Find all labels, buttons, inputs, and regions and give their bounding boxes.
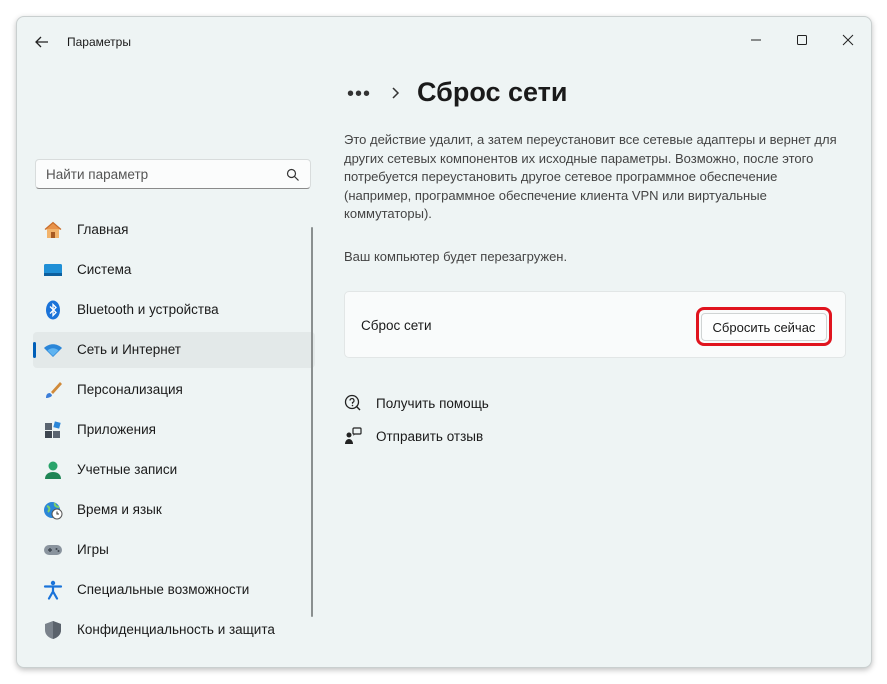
- description-text: Это действие удалит, а затем переустанов…: [344, 132, 837, 221]
- sidebar-item-label: Система: [77, 262, 132, 277]
- help-chat-icon: [344, 394, 362, 412]
- feedback-icon: [344, 427, 362, 445]
- send-feedback-label: Отправить отзыв: [376, 428, 484, 444]
- sidebar-item-system[interactable]: Система: [33, 252, 315, 288]
- sidebar-item-accounts[interactable]: Учетные записи: [33, 452, 315, 488]
- globe-clock-icon: [43, 500, 63, 520]
- back-arrow-icon[interactable]: [31, 31, 53, 53]
- get-help-link[interactable]: Получить помощь: [344, 394, 489, 412]
- app-title: Параметры: [67, 35, 131, 49]
- wifi-icon: [43, 340, 63, 360]
- sidebar-item-label: Конфиденциальность и защита: [77, 622, 275, 637]
- sidebar-scrollbar[interactable]: [311, 227, 313, 617]
- reset-now-button[interactable]: Сбросить сейчас: [701, 313, 827, 341]
- title-bar: Параметры: [17, 17, 871, 63]
- sidebar-item-label: Персонализация: [77, 382, 183, 397]
- search-box[interactable]: [35, 159, 311, 189]
- bluetooth-icon: [43, 300, 63, 320]
- page-title: Сброс сети: [417, 77, 568, 107]
- get-help-label: Получить помощь: [376, 395, 489, 411]
- sidebar-item-gaming[interactable]: Игры: [33, 532, 315, 568]
- sidebar-item-network[interactable]: Сеть и Интернет: [33, 332, 315, 368]
- network-reset-card: Сброс сети Сбросить сейчас: [344, 291, 846, 358]
- sidebar-item-bluetooth[interactable]: Bluetooth и устройства: [33, 292, 315, 328]
- sidebar-item-label: Игры: [77, 542, 109, 557]
- gamepad-icon: [43, 540, 63, 560]
- minimize-icon[interactable]: [733, 25, 779, 55]
- monitor-icon: [43, 260, 63, 280]
- maximize-icon[interactable]: [779, 25, 825, 55]
- sidebar-item-label: Сеть и Интернет: [77, 342, 181, 357]
- sidebar-item-label: Специальные возможности: [77, 582, 250, 597]
- sidebar-item-time-language[interactable]: Время и язык: [33, 492, 315, 528]
- sidebar-item-apps[interactable]: Приложения: [33, 412, 315, 448]
- sidebar-item-label: Главная: [77, 222, 129, 237]
- sidebar-item-label: Bluetooth и устройства: [77, 302, 219, 317]
- chevron-right-icon: [389, 83, 403, 103]
- apps-icon: [43, 420, 63, 440]
- accessibility-icon: [43, 580, 63, 600]
- close-icon[interactable]: [825, 25, 871, 55]
- sidebar-item-personalization[interactable]: Персонализация: [33, 372, 315, 408]
- restart-note: Ваш компьютер будет перезагружен.: [344, 249, 568, 264]
- card-label: Сброс сети: [361, 318, 432, 333]
- sidebar-item-privacy[interactable]: Конфиденциальность и защита: [33, 612, 315, 648]
- shield-icon: [43, 620, 63, 640]
- sidebar-nav: Главная Система Bluetooth и устройства С…: [33, 212, 315, 652]
- search-icon[interactable]: [286, 168, 300, 182]
- account-icon: [43, 460, 63, 480]
- sidebar-item-label: Время и язык: [77, 502, 162, 517]
- settings-window: Параметры Главная Система: [16, 16, 872, 668]
- search-input[interactable]: [36, 160, 296, 188]
- sidebar-item-home[interactable]: Главная: [33, 212, 315, 248]
- sidebar-item-accessibility[interactable]: Специальные возможности: [33, 572, 315, 608]
- sidebar-item-label: Приложения: [77, 422, 156, 437]
- brush-icon: [43, 380, 63, 400]
- send-feedback-link[interactable]: Отправить отзыв: [344, 427, 483, 445]
- breadcrumb-overflow-button[interactable]: •••: [347, 83, 371, 106]
- sidebar-item-label: Учетные записи: [77, 462, 178, 477]
- home-icon: [43, 220, 63, 240]
